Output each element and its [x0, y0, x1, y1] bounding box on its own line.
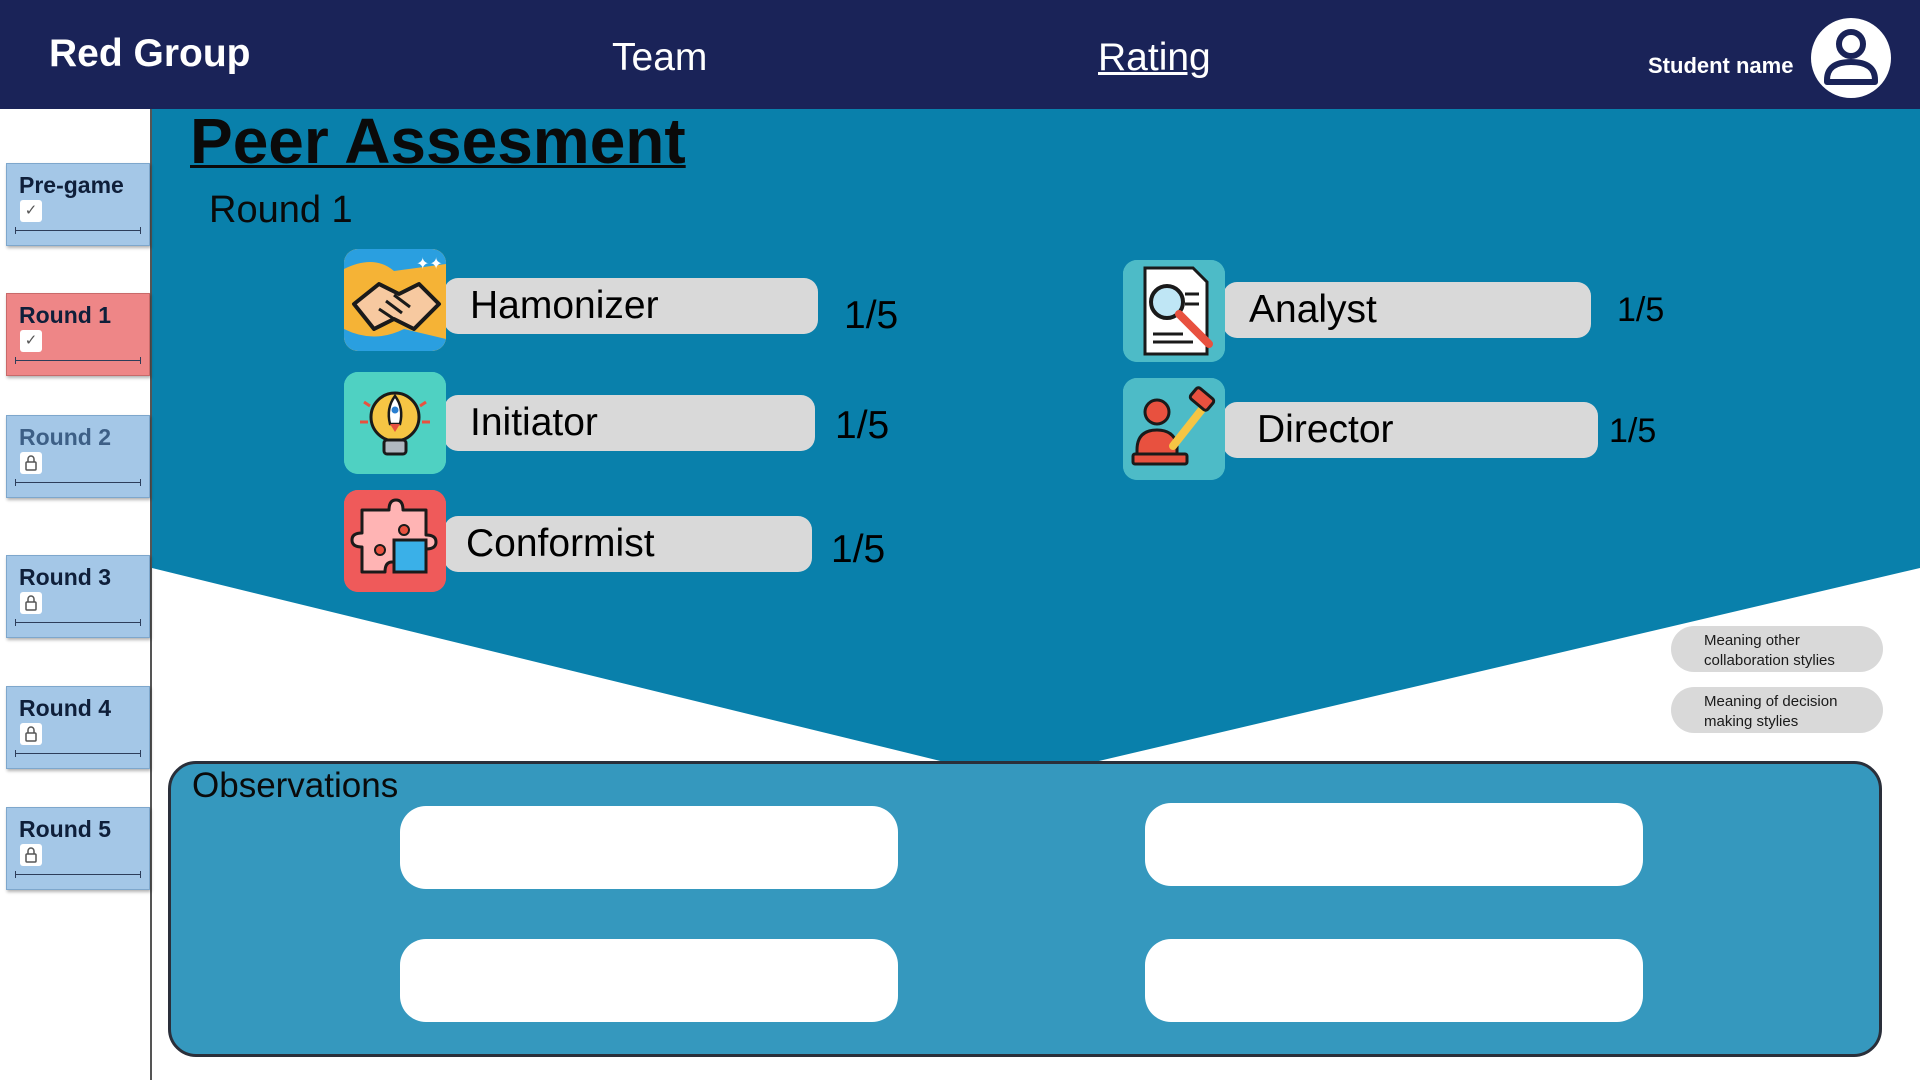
observation-field[interactable]: [1145, 939, 1643, 1022]
sidebar-item-round-3[interactable]: Round 3: [6, 555, 150, 638]
check-icon: ✓: [20, 200, 42, 222]
sidebar-item-pre-game[interactable]: Pre-game ✓: [6, 163, 150, 246]
lock-icon: [20, 844, 42, 866]
svg-text:✦✦: ✦✦: [416, 254, 443, 273]
sidebar-item-round-4[interactable]: Round 4: [6, 686, 150, 769]
gavel-person-icon: [1123, 378, 1225, 480]
observation-field[interactable]: [400, 806, 898, 889]
check-icon: ✓: [20, 330, 42, 352]
sidebar-item-round-1[interactable]: Round 1 ✓: [6, 293, 150, 376]
sidebar-item-label: Round 3: [19, 564, 111, 590]
sidebar-divider: [150, 109, 152, 1080]
role-label: Director: [1223, 402, 1598, 458]
sidebar-item-label: Round 2: [19, 424, 111, 450]
lock-icon: [20, 452, 42, 474]
role-score: 1/5: [835, 404, 890, 447]
user-icon: [1824, 29, 1878, 85]
role-score: 1/5: [831, 528, 886, 571]
observations-panel: Observations: [168, 761, 1882, 1057]
observation-field[interactable]: [1145, 803, 1643, 886]
puzzle-icon: [344, 490, 446, 592]
sidebar-item-label: Round 5: [19, 816, 111, 842]
observations-title: Observations: [192, 766, 399, 805]
progress-bar: [15, 479, 141, 486]
nav-team-link[interactable]: Team: [612, 36, 707, 80]
round-heading: Round 1: [209, 189, 353, 231]
lock-icon: [20, 723, 42, 745]
lightbulb-rocket-icon: [344, 372, 446, 474]
observation-field[interactable]: [400, 939, 898, 1022]
header-bar: Red Group Team Rating Student name: [0, 0, 1920, 109]
role-label: Hamonizer: [444, 278, 818, 334]
progress-bar: [15, 357, 141, 364]
progress-bar: [15, 750, 141, 757]
role-label: Analyst: [1223, 282, 1591, 338]
student-name: Student name: [1648, 53, 1794, 78]
role-label: Conformist: [444, 516, 812, 572]
sidebar-item-label: Round 1: [19, 302, 111, 328]
info-button-decision-styles[interactable]: Meaning of decision making stylies: [1671, 687, 1883, 733]
sidebar-item-label: Pre-game: [19, 172, 124, 198]
page-title: Peer Assesment: [190, 105, 686, 177]
role-label: Initiator: [444, 395, 815, 451]
info-button-collaboration-styles[interactable]: Meaning other collaboration stylies: [1671, 626, 1883, 672]
lock-icon: [20, 592, 42, 614]
progress-bar: [15, 871, 141, 878]
sidebar-item-label: Round 4: [19, 695, 111, 721]
sidebar-item-round-5[interactable]: Round 5: [6, 807, 150, 890]
role-score: 1/5: [1609, 412, 1657, 450]
group-name: Red Group: [49, 32, 251, 75]
sidebar-item-round-2[interactable]: Round 2: [6, 415, 150, 498]
progress-bar: [15, 619, 141, 626]
handshake-icon: ✦✦: [344, 249, 446, 351]
role-score: 1/5: [844, 294, 899, 337]
magnifier-document-icon: [1123, 260, 1225, 362]
progress-bar: [15, 227, 141, 234]
nav-rating-link[interactable]: Rating: [1098, 36, 1211, 80]
role-score: 1/5: [1617, 291, 1665, 329]
avatar[interactable]: [1811, 18, 1891, 98]
